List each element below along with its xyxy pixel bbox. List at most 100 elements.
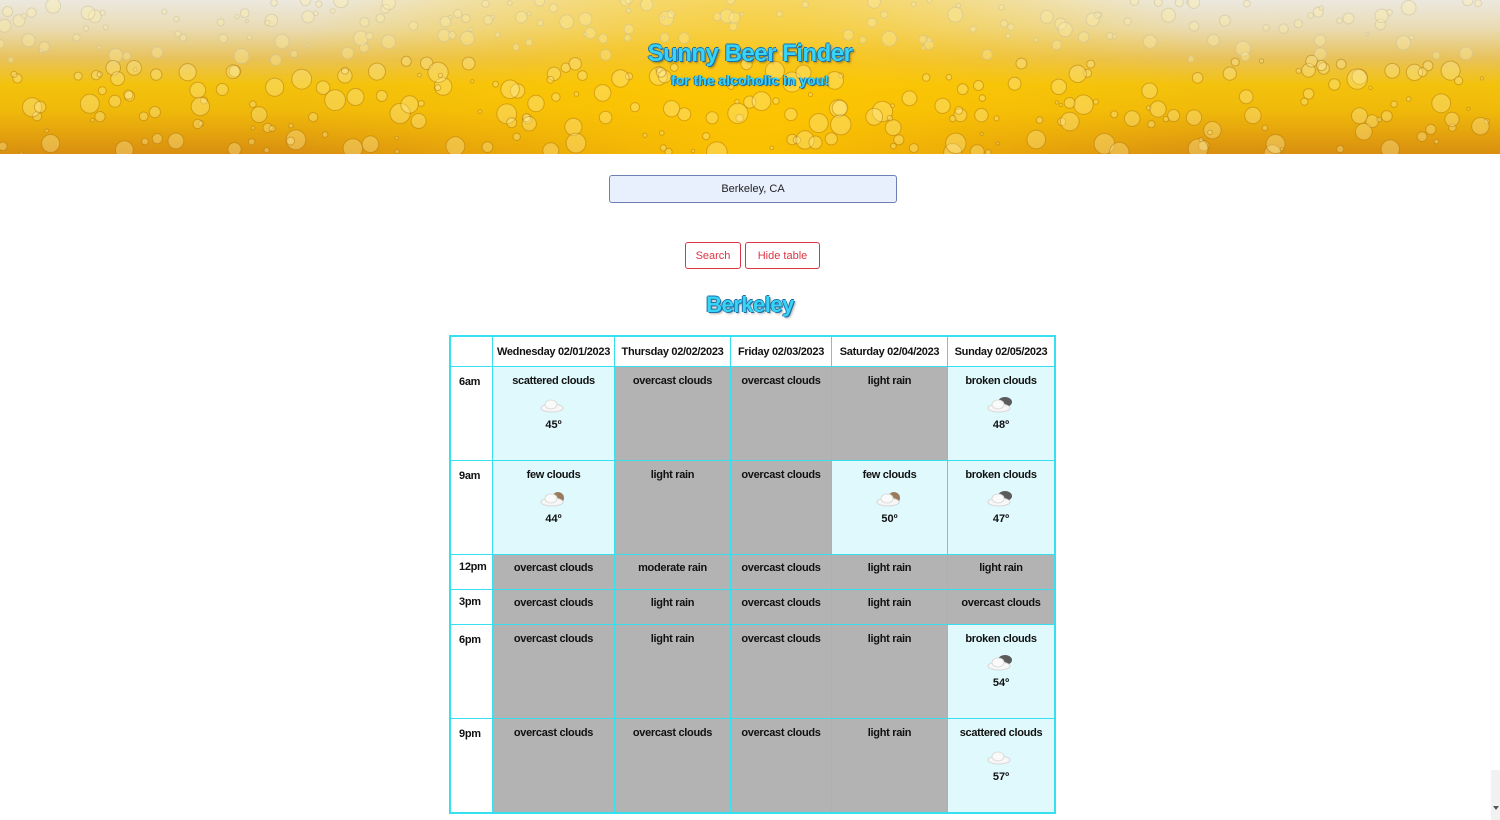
forecast-cell: light rain [614, 624, 731, 719]
city-heading: Berkeley [706, 292, 794, 317]
bubble [1342, 12, 1355, 25]
bubble [866, 17, 878, 28]
forecast-cell: overcast clouds [492, 624, 615, 719]
bubble [751, 91, 772, 111]
bubble [1203, 121, 1222, 140]
forecast-cell: light rain [831, 554, 948, 590]
temperature: 57º [992, 771, 1010, 783]
bubble [625, 7, 632, 14]
bubble [534, 0, 546, 7]
forecast-cell: overcast clouds [730, 460, 832, 555]
bubble [346, 88, 365, 106]
bubble [867, 0, 881, 9]
bubble [394, 135, 399, 141]
bubble [993, 115, 1000, 122]
bubble [1187, 0, 1201, 9]
day-header: Saturday 02/04/2023 [831, 335, 948, 367]
bubble [44, 128, 50, 134]
weather-description: overcast clouds [741, 727, 821, 739]
bubble [808, 135, 823, 150]
bubble [542, 142, 560, 154]
scroll-down-arrow-icon[interactable] [1493, 806, 1499, 810]
bubble [661, 15, 666, 20]
bubble [901, 90, 918, 107]
bubble [1058, 102, 1063, 108]
weather-description: overcast clouds [513, 633, 594, 645]
bubble [808, 92, 813, 98]
bubble [564, 117, 583, 136]
weather-description: overcast clouds [741, 469, 821, 481]
time-label: 6pm [449, 624, 493, 719]
search-button[interactable]: Search [685, 242, 741, 269]
bubble [190, 96, 211, 117]
weather-description: scattered clouds [959, 727, 1043, 739]
bubble [1374, 8, 1389, 23]
bubble [1057, 21, 1073, 38]
bubble [1129, 0, 1140, 6]
bubble [995, 141, 1000, 146]
bubble [573, 91, 580, 97]
weather-description: broken clouds [965, 633, 1037, 645]
weather-description: overcast clouds [741, 562, 821, 574]
bubble [551, 92, 561, 102]
bubble [623, 23, 635, 35]
weather-description: overcast clouds [513, 562, 594, 574]
site-title: Sunny Beer Finder [647, 40, 853, 67]
forecast-cell: light rain [831, 366, 948, 461]
forecast-cell: overcast clouds [492, 554, 615, 590]
bubble [629, 102, 641, 113]
bubble [461, 13, 471, 24]
bubble [726, 0, 736, 5]
bubble [1302, 88, 1315, 100]
bubble [624, 0, 633, 5]
temperature: 48º [992, 419, 1010, 431]
bubble [1161, 7, 1176, 23]
bubble [1110, 110, 1119, 119]
hide-table-button[interactable]: Hide table [745, 242, 820, 269]
bubble [244, 19, 249, 23]
bubble [1073, 94, 1094, 115]
page-scrollbar[interactable] [1491, 770, 1500, 820]
bubble [548, 3, 559, 13]
bubble [1153, 0, 1163, 7]
bubble [1093, 11, 1102, 19]
day-header: Wednesday 02/01/2023 [492, 335, 615, 367]
cloud-icon [987, 745, 1015, 767]
bubble [598, 110, 613, 125]
bubble [82, 25, 90, 32]
bubble [192, 118, 203, 130]
weather-description: light rain [867, 562, 912, 574]
bubble [1376, 116, 1382, 123]
bubble [1242, 0, 1251, 8]
time-label: 9am [449, 460, 493, 555]
bubble [161, 8, 168, 15]
bubble [1474, 0, 1483, 8]
bubble [1318, 5, 1325, 11]
forecast-cell: light rain [831, 624, 948, 719]
bubble [381, 0, 396, 10]
table-row: 9pm overcast clouds overcast clouds overcas… [449, 718, 1056, 814]
bubble [515, 10, 528, 24]
bubble [801, 0, 809, 9]
forecast-cell: broken clouds 48º [947, 366, 1056, 461]
forecast-cell: broken clouds 47º [947, 460, 1056, 555]
bubble [1351, 107, 1368, 125]
forecast-cell: overcast clouds [492, 718, 615, 814]
bubble [483, 15, 494, 25]
bubble [506, 117, 518, 129]
forecast-cell: overcast clouds [730, 589, 832, 625]
bubble [1244, 106, 1262, 125]
bubble [1293, 19, 1303, 29]
bubble [250, 106, 268, 123]
city-search-input[interactable] [609, 175, 897, 203]
bubble [969, 144, 985, 154]
weather-description: light rain [650, 469, 695, 481]
weather-description: few clouds [526, 469, 581, 481]
bubble [1336, 145, 1345, 154]
bubble [447, 14, 453, 20]
bubble [1471, 117, 1490, 136]
forecast-cell: moderate rain [614, 554, 731, 590]
bubble [659, 144, 667, 152]
bubble [1355, 122, 1373, 141]
weather-description: light rain [867, 375, 912, 387]
